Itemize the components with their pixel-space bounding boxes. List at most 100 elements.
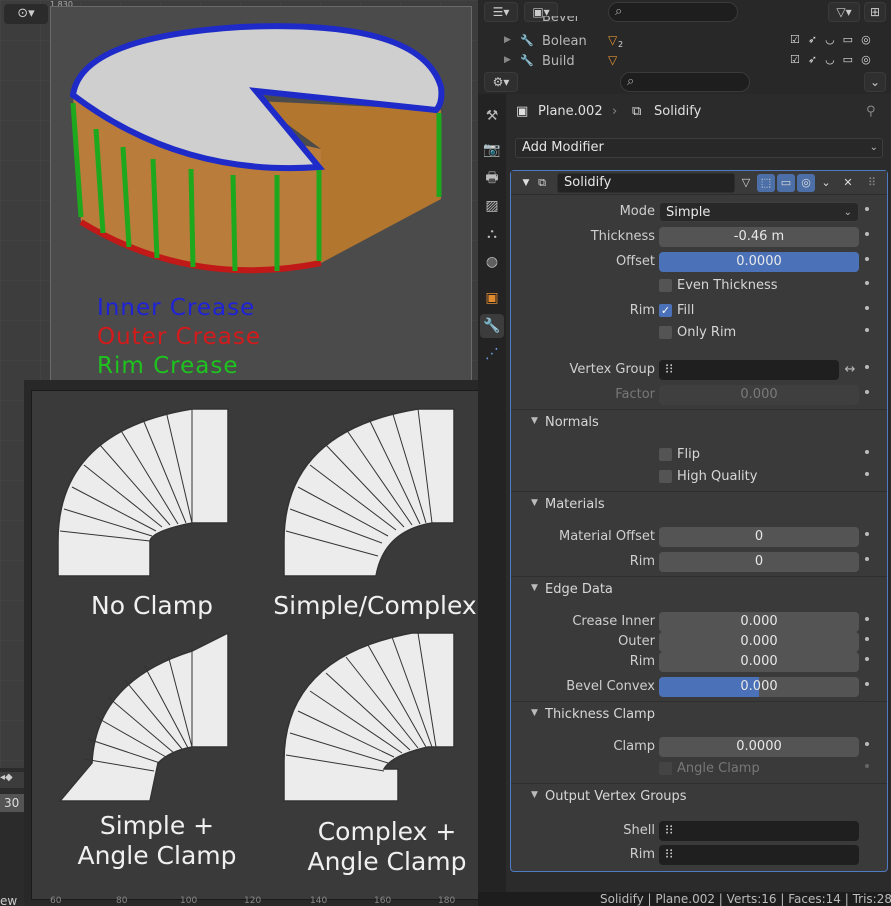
drag-handle-icon[interactable]: ⠿ bbox=[863, 174, 881, 192]
visibility-toggle-icons[interactable]: ☑➶◡▭◎ bbox=[790, 33, 879, 46]
viewport-display-icon[interactable]: ▭ bbox=[777, 174, 795, 192]
3d-viewport[interactable]: ⊙▾ 1,830 Inner Crease Outer Crease Rim C… bbox=[0, 0, 478, 906]
vertex-group-field[interactable]: ⁝⁝ bbox=[659, 360, 839, 380]
offset-label: Offset bbox=[615, 254, 655, 269]
material-offset-field[interactable]: 0 bbox=[659, 527, 859, 547]
crease-outer-row: Outer 0.000 bbox=[511, 631, 887, 653]
edge-data-section-header[interactable]: ▼ Edge Data bbox=[511, 576, 887, 602]
view-layer-tab-icon[interactable]: ▨ bbox=[480, 194, 504, 218]
factor-row: Factor 0.000 bbox=[511, 384, 887, 406]
collapse-arrow-icon: ▼ bbox=[531, 416, 538, 426]
expand-arrow-icon[interactable]: ▶ bbox=[504, 55, 511, 65]
thickness-clamp-section-header[interactable]: ▼ Thickness Clamp bbox=[511, 701, 887, 727]
output-vertex-groups-section-header[interactable]: ▼ Output Vertex Groups bbox=[511, 783, 887, 809]
vertex-group-label: Vertex Group bbox=[569, 362, 656, 377]
breadcrumb-object: Plane.002 bbox=[538, 104, 603, 119]
add-modifier-dropdown[interactable]: Add Modifier ⌄ bbox=[515, 138, 883, 158]
thickness-field[interactable]: -0.46 m bbox=[659, 227, 859, 247]
timeline-play-icon[interactable]: ◂◆ bbox=[0, 772, 24, 788]
keyframe-dot[interactable] bbox=[865, 281, 869, 285]
keyframe-dot[interactable] bbox=[865, 257, 869, 261]
label-complex-angle-line1: Complex + bbox=[317, 817, 457, 846]
render-tab-icon[interactable]: 📷 bbox=[480, 138, 504, 162]
keyframe-dot[interactable] bbox=[865, 637, 869, 641]
scene-tab-icon[interactable]: ⛬ bbox=[480, 222, 504, 246]
keyframe-dot[interactable] bbox=[865, 390, 869, 394]
ruler-tick: 120 bbox=[244, 896, 262, 906]
factor-field[interactable]: 0.000 bbox=[659, 385, 859, 405]
visibility-toggle-icons[interactable]: ☑➶◡▭◎ bbox=[790, 53, 879, 66]
normals-section-header[interactable]: ▼ Normals bbox=[511, 409, 887, 435]
modifier-tab-icon[interactable]: 🔧 bbox=[480, 314, 504, 338]
options-chevron-icon[interactable]: ⌄ bbox=[864, 72, 886, 92]
timeline-ruler: 60 80 100 120 140 160 180 bbox=[30, 896, 470, 906]
shell-label: Shell bbox=[623, 823, 655, 838]
crease-outer-field[interactable]: 0.000 bbox=[659, 632, 859, 652]
right-editor-area: ☰▾ ▣▾ ⌕ ▽▾ ⊞ Bevel ▶ 🔧 Bolean ▽ 2 ☑➶◡▭◎ … bbox=[478, 0, 891, 906]
collapse-arrow-icon: ▼ bbox=[531, 708, 538, 718]
only-rim-checkbox[interactable] bbox=[659, 326, 672, 339]
crease-inner-field[interactable]: 0.000 bbox=[659, 612, 859, 632]
properties-header: ⚙▾ ⌕ ⌄ bbox=[478, 70, 891, 94]
keyframe-dot[interactable] bbox=[865, 557, 869, 561]
rim-vertex-group-field[interactable]: ⁝⁝ bbox=[659, 845, 859, 865]
current-frame-field[interactable]: 30 bbox=[0, 794, 24, 812]
tool-tab-icon[interactable]: ⚒ bbox=[480, 104, 504, 128]
collapse-arrow-icon: ▼ bbox=[531, 583, 538, 593]
keyframe-dot[interactable] bbox=[865, 532, 869, 536]
keyframe-dot[interactable] bbox=[865, 472, 869, 476]
keyframe-dot[interactable] bbox=[865, 682, 869, 686]
editor-type-icon[interactable]: ⚙▾ bbox=[484, 72, 518, 92]
viewport-mode-button[interactable]: ⊙▾ bbox=[4, 4, 48, 24]
particles-tab-icon[interactable]: ⋰ bbox=[480, 342, 504, 366]
materials-section-header[interactable]: ▼ Materials bbox=[511, 491, 887, 517]
label-simple-complex: Simple/Complex bbox=[273, 591, 477, 620]
high-quality-checkbox[interactable] bbox=[659, 470, 672, 483]
crease-rim-field[interactable]: 0.000 bbox=[659, 652, 859, 672]
keyframe-dot[interactable] bbox=[865, 742, 869, 746]
bevel-convex-slider[interactable]: 0.000 bbox=[659, 677, 859, 697]
edge-data-title: Edge Data bbox=[545, 582, 613, 597]
fill-checkbox[interactable]: ✓ bbox=[659, 304, 672, 317]
mode-select[interactable]: Simple ⌄ bbox=[659, 202, 859, 222]
keyframe-dot[interactable] bbox=[865, 617, 869, 621]
modifier-name-field[interactable]: Solidify bbox=[557, 173, 735, 193]
keyframe-dot[interactable] bbox=[865, 450, 869, 454]
expand-arrow-icon[interactable]: ▶ bbox=[504, 35, 511, 45]
keyframe-dot[interactable] bbox=[865, 657, 869, 661]
keyframe-dot[interactable] bbox=[865, 365, 869, 369]
material-rim-field[interactable]: 0 bbox=[659, 552, 859, 572]
mesh-data-icon: ▽ bbox=[608, 53, 618, 67]
keyframe-dot[interactable] bbox=[865, 207, 869, 211]
offset-slider[interactable]: 0.0000 bbox=[659, 252, 859, 272]
output-tab-icon[interactable]: 🖶 bbox=[480, 166, 504, 190]
clamp-field[interactable]: 0.0000 bbox=[659, 737, 859, 757]
label-complex-angle-clamp: Complex + Angle Clamp bbox=[277, 817, 478, 877]
pin-icon[interactable]: ⚲ bbox=[866, 104, 876, 119]
outliner-row-bolean[interactable]: ▶ 🔧 Bolean ▽ 2 ☑➶◡▭◎ bbox=[478, 32, 891, 52]
keyframe-dot[interactable] bbox=[865, 328, 869, 332]
properties-search-input[interactable]: ⌕ bbox=[620, 72, 750, 92]
keyframe-dot[interactable] bbox=[865, 306, 869, 310]
keyframe-dot[interactable] bbox=[865, 764, 869, 768]
world-tab-icon[interactable]: ◍ bbox=[480, 250, 504, 274]
keyframe-dot[interactable] bbox=[865, 232, 869, 236]
outliner-row-build[interactable]: ▶ 🔧 Build ▽ ☑➶◡▭◎ bbox=[478, 52, 891, 72]
offset-row: Offset 0.0000 bbox=[511, 251, 887, 273]
flip-checkbox[interactable] bbox=[659, 448, 672, 461]
close-icon[interactable]: ✕ bbox=[839, 174, 857, 192]
object-tab-icon[interactable]: ▣ bbox=[480, 286, 504, 310]
outliner-row-bevel[interactable]: Bevel bbox=[478, 16, 891, 28]
timeline-strip[interactable]: ◂◆ 30 bbox=[0, 768, 24, 906]
shell-vertex-group-field[interactable]: ⁝⁝ bbox=[659, 821, 859, 841]
even-thickness-checkbox[interactable] bbox=[659, 279, 672, 292]
ruler-tick: 180 bbox=[438, 896, 456, 906]
on-cage-icon[interactable]: ▽ bbox=[737, 174, 755, 192]
chevron-down-icon[interactable]: ⌄ bbox=[817, 174, 835, 192]
render-icon[interactable]: ◎ bbox=[797, 174, 815, 192]
invert-swap-icon[interactable]: ↔ bbox=[841, 360, 859, 380]
edit-mode-icon[interactable]: ⬚ bbox=[757, 174, 775, 192]
vertex-group-row: Vertex Group ⁝⁝ ↔ bbox=[511, 359, 887, 381]
outliner-row-label: Build bbox=[542, 54, 575, 69]
angle-clamp-checkbox[interactable] bbox=[659, 762, 672, 775]
